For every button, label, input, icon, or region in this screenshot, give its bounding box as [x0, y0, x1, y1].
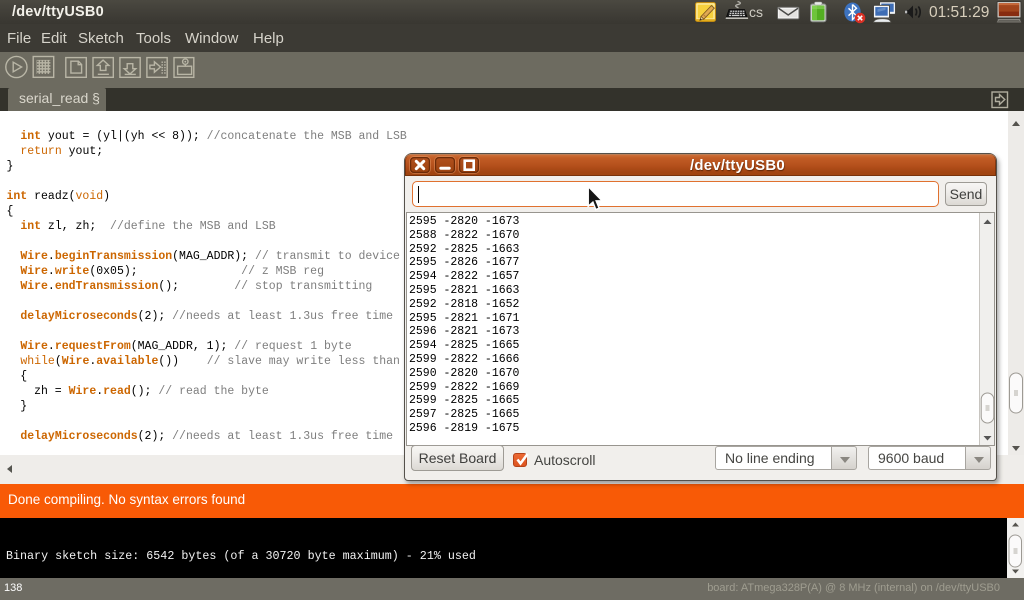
svg-text:cs: cs: [749, 4, 763, 20]
